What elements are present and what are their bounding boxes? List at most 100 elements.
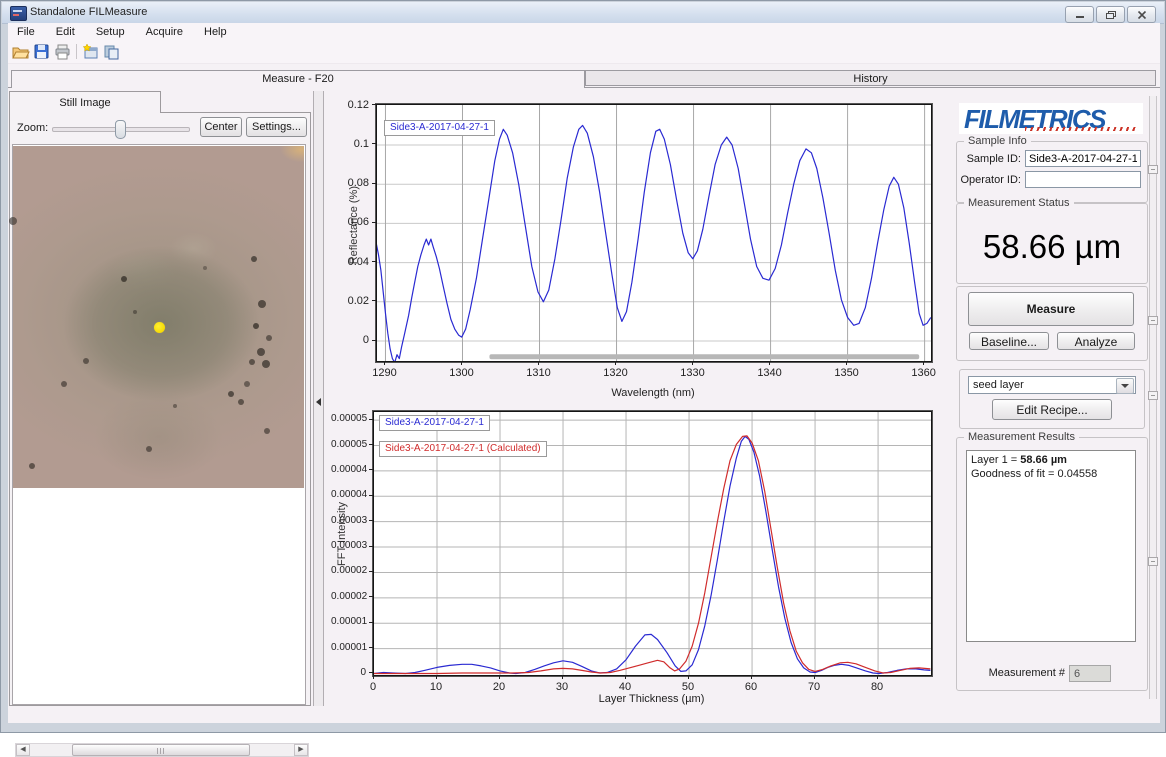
acquire-snapshot-icon[interactable]: [82, 43, 100, 61]
splitter-grip[interactable]: [1148, 165, 1158, 174]
fft-chart: Side3-A-2017-04-27-1 Side3-A-2017-04-27-…: [331, 406, 945, 724]
tick-mark: [436, 675, 437, 679]
logo-ruler-marks: [1025, 127, 1137, 131]
tick-mark: [615, 361, 616, 365]
x-tick-label: 40: [603, 681, 647, 693]
restore-button[interactable]: [1096, 6, 1125, 23]
splitter-grip[interactable]: [1148, 557, 1158, 566]
x-tick-label: 1360: [902, 367, 946, 379]
legend-label: Side3-A-2017-04-27-1: [390, 122, 489, 133]
measurement-results-group: Measurement Results Layer 1 = 58.66 µm G…: [956, 437, 1148, 691]
reflectance-chart: Side3-A-2017-04-27-1 Wavelength (nm) Ref…: [331, 96, 945, 398]
settings-button[interactable]: Settings...: [246, 117, 307, 137]
close-icon: [1137, 10, 1146, 19]
title-bar[interactable]: Standalone FILMeasure: [2, 2, 1164, 24]
menu-bar: File Edit Setup Acquire Help: [8, 23, 1160, 41]
tab-still-image[interactable]: Still Image: [9, 91, 161, 113]
legend-label: Side3-A-2017-04-27-1: [385, 417, 484, 428]
x-tick-label: 80: [855, 681, 899, 693]
tick-mark: [751, 675, 752, 679]
y-axis-title: FFT Intensity: [336, 502, 348, 566]
actions-group: Measure Baseline... Analyze: [956, 286, 1148, 361]
print-icon[interactable]: [54, 43, 72, 61]
measurement-spot-marker: [154, 322, 165, 333]
x-tick-label: 1310: [517, 367, 561, 379]
operator-id-label: Operator ID:: [957, 174, 1021, 186]
tick-mark: [369, 647, 373, 648]
operator-id-input[interactable]: [1025, 171, 1141, 188]
tick-mark: [369, 419, 373, 420]
x-tick-label: 1330: [671, 367, 715, 379]
tick-mark: [384, 361, 385, 365]
tick-mark: [369, 672, 373, 673]
tab-history[interactable]: History: [585, 70, 1156, 86]
center-button[interactable]: Center: [200, 117, 242, 137]
legend-label: Side3-A-2017-04-27-1 (Calculated): [385, 443, 541, 454]
y-tick-label: 0.00004: [331, 464, 366, 475]
tick-mark: [688, 675, 689, 679]
menu-setup[interactable]: Setup: [87, 23, 134, 38]
panel-splitter[interactable]: [313, 91, 324, 706]
y-tick-label: 0.06: [331, 216, 369, 228]
zoom-slider-thumb[interactable]: [115, 120, 126, 139]
restore-icon: [1105, 10, 1116, 19]
measurement-status-group: Measurement Status 58.66 µm: [956, 203, 1148, 284]
sample-debris-specks: [13, 146, 17, 150]
menu-help[interactable]: Help: [195, 23, 236, 38]
tick-mark: [369, 495, 373, 496]
measure-button[interactable]: Measure: [968, 292, 1134, 326]
chevron-down-icon[interactable]: [1116, 378, 1134, 394]
x-axis-title: Layer Thickness (µm): [373, 693, 930, 705]
sample-info-group: Sample Info Sample ID: Operator ID:: [956, 141, 1148, 203]
zoom-slider[interactable]: [52, 127, 190, 132]
scrollbar-thumb[interactable]: [72, 744, 250, 756]
measurement-number-label: Measurement #: [985, 667, 1065, 679]
tick-mark: [372, 143, 376, 144]
window-title: Standalone FILMeasure: [30, 6, 147, 18]
y-tick-label: 0.08: [331, 177, 369, 189]
minimize-button[interactable]: [1065, 6, 1094, 23]
save-icon[interactable]: [33, 43, 51, 61]
camera-still-image: [13, 146, 304, 488]
analyze-button[interactable]: Analyze: [1057, 332, 1135, 350]
sample-id-input[interactable]: [1025, 150, 1141, 167]
results-listbox[interactable]: Layer 1 = 58.66 µm Goodness of fit = 0.0…: [966, 450, 1136, 642]
tick-mark: [369, 622, 373, 623]
y-tick-label: 0: [331, 667, 366, 678]
menu-acquire[interactable]: Acquire: [137, 23, 192, 38]
tick-mark: [562, 675, 563, 679]
right-splitter-track[interactable]: [1149, 96, 1157, 699]
tick-mark: [538, 361, 539, 365]
x-tick-label: 30: [540, 681, 584, 693]
tick-mark: [499, 675, 500, 679]
open-file-icon[interactable]: [12, 43, 30, 61]
tick-mark: [372, 222, 376, 223]
tick-mark: [369, 520, 373, 521]
menu-edit[interactable]: Edit: [47, 23, 84, 38]
sample-info-title: Sample Info: [964, 135, 1031, 147]
splitter-grip[interactable]: [1148, 391, 1158, 400]
close-button[interactable]: [1127, 6, 1156, 23]
tab-measure-f20[interactable]: Measure - F20: [11, 70, 585, 88]
scroll-right-button[interactable]: ▶: [294, 744, 308, 756]
splitter-grip[interactable]: [1148, 316, 1158, 325]
menu-file[interactable]: File: [8, 23, 44, 38]
horizontal-scrollbar[interactable]: ◀ ▶: [15, 743, 309, 757]
tick-mark: [369, 571, 373, 572]
still-image-panel: Zoom: Center Settings... ◀ ▶: [9, 112, 311, 706]
tick-mark: [372, 183, 376, 184]
edit-recipe-button[interactable]: Edit Recipe...: [992, 399, 1112, 420]
result-layer-value: 58.66 µm: [1020, 454, 1067, 466]
x-tick-label: 10: [414, 681, 458, 693]
tick-mark: [877, 675, 878, 679]
app-icon: [10, 6, 27, 21]
collapse-left-icon[interactable]: [316, 398, 321, 406]
recipe-combobox[interactable]: seed layer: [968, 376, 1136, 394]
scroll-left-button[interactable]: ◀: [16, 744, 30, 756]
tick-mark: [692, 361, 693, 365]
baseline-button[interactable]: Baseline...: [969, 332, 1049, 350]
toolbar: [8, 41, 1160, 64]
zoom-label: Zoom:: [17, 122, 48, 134]
copy-data-icon[interactable]: [103, 43, 121, 61]
y-tick-label: 0.00001: [331, 642, 366, 653]
